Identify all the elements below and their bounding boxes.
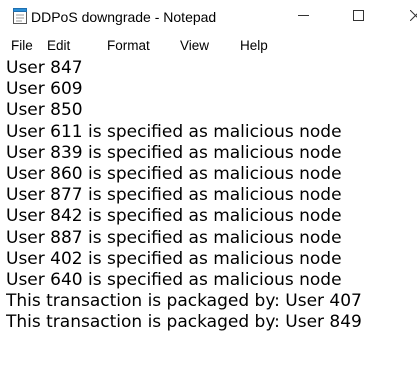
text-line: This transaction is packaged by: User 84…: [6, 312, 362, 333]
notepad-icon: [13, 8, 27, 24]
menu-format[interactable]: Format: [107, 36, 150, 56]
text-line: User 847: [6, 58, 83, 78]
menu-file[interactable]: File: [11, 36, 33, 56]
text-line: User 640 is specified as malicious node: [6, 270, 342, 291]
window-title: DDPoS downgrade - Notepad: [31, 9, 217, 25]
text-line: This transaction is packaged by: User 40…: [6, 291, 362, 312]
menu-bar: File Edit Format View Help: [0, 34, 417, 58]
text-line: User 887 is specified as malicious node: [6, 227, 342, 248]
close-button[interactable]: [392, 0, 417, 34]
text-editor-area[interactable]: User 847 User 609 User 850 User 611 is s…: [6, 58, 417, 375]
minimize-icon: [297, 8, 309, 26]
minimize-button[interactable]: [280, 0, 326, 34]
menu-view[interactable]: View: [180, 36, 209, 56]
text-line: User 842 is specified as malicious node: [6, 206, 342, 227]
text-line: User 611 is specified as malicious node: [6, 121, 342, 142]
title-bar[interactable]: DDPoS downgrade - Notepad: [0, 0, 417, 34]
maximize-icon: [352, 8, 364, 26]
text-line: User 860 is specified as malicious node: [6, 164, 342, 185]
text-line: User 609: [6, 79, 83, 100]
text-line: User 402 is specified as malicious node: [6, 248, 342, 269]
maximize-button[interactable]: [335, 0, 381, 34]
close-icon: [409, 8, 417, 26]
text-line: User 877 is specified as malicious node: [6, 185, 342, 206]
notepad-window: DDPoS downgrade - Notepad File Edit Form…: [0, 0, 417, 375]
menu-help[interactable]: Help: [240, 36, 268, 56]
menu-edit[interactable]: Edit: [47, 36, 70, 56]
text-line: User 839 is specified as malicious node: [6, 142, 342, 163]
text-line: User 850: [6, 100, 83, 121]
